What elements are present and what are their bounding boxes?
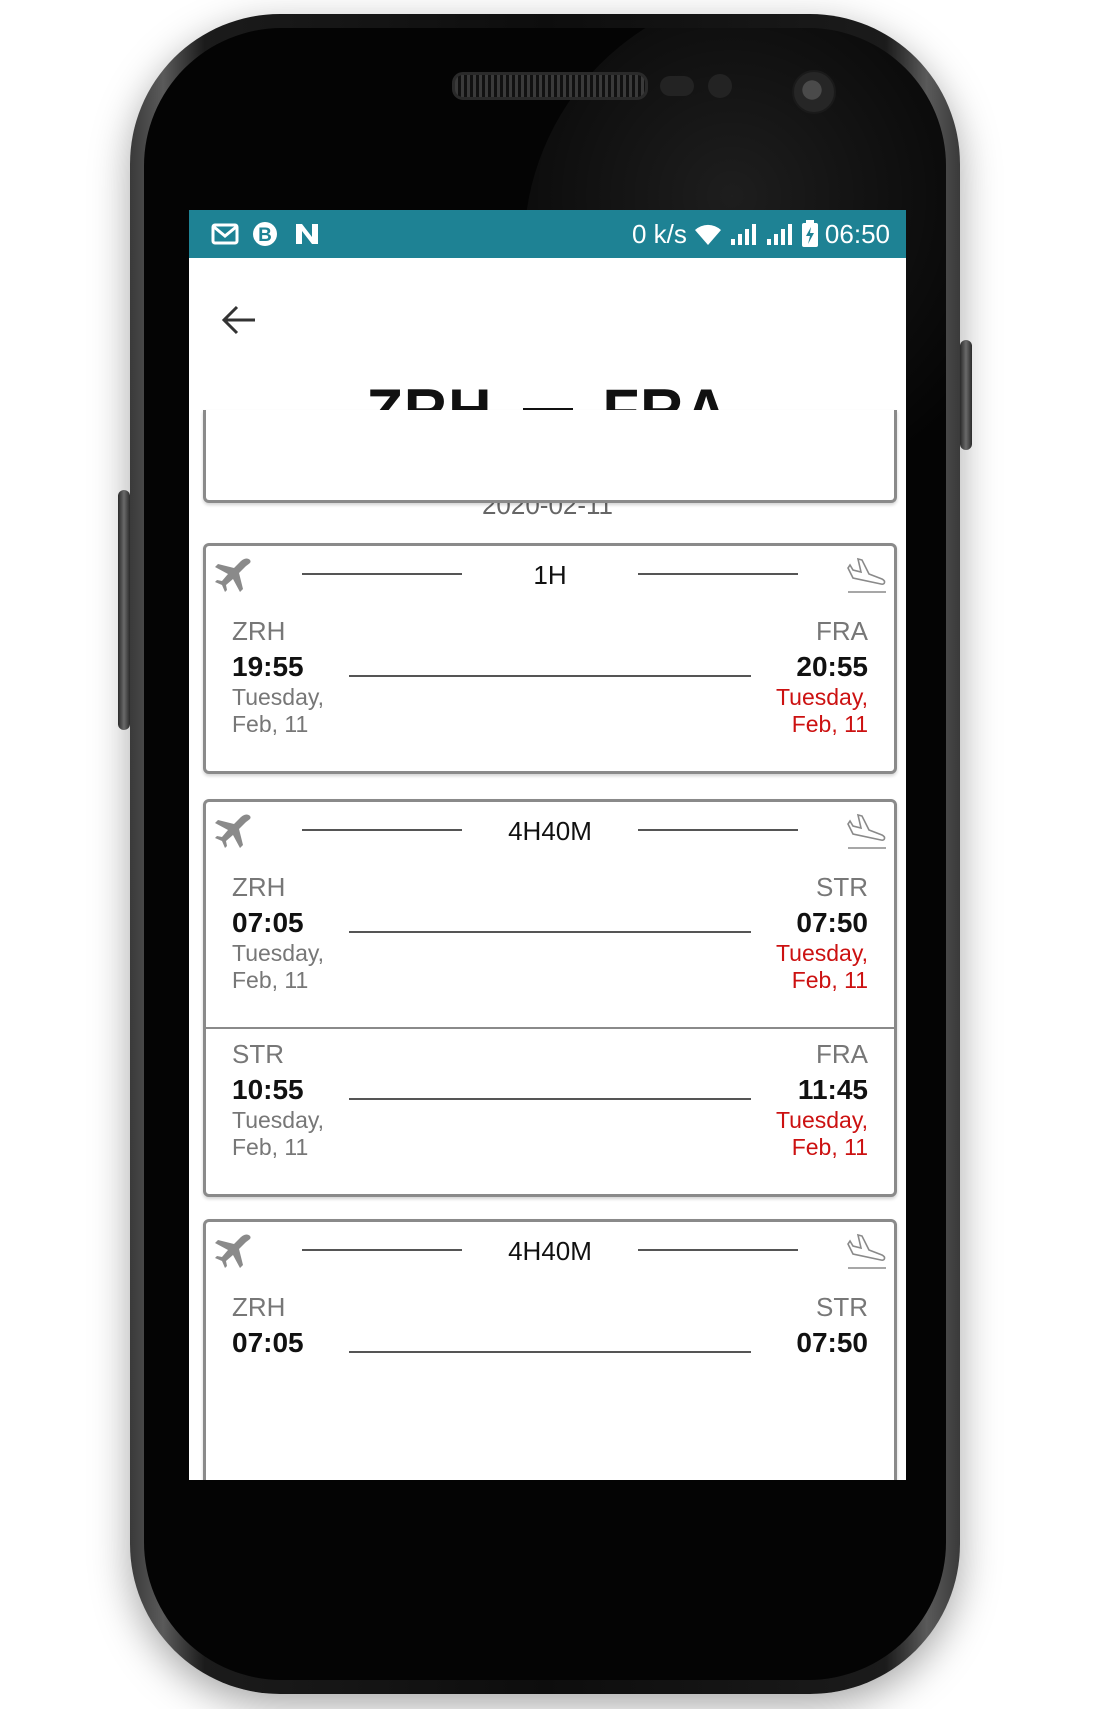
arrival-day: Feb, 11 xyxy=(791,711,868,737)
earpiece-speaker xyxy=(452,72,648,100)
flight-card[interactable]: 1H ZRH 19:55 Tuesday, Feb, 11 FRA 20:55 T… xyxy=(203,543,897,774)
flight-duration: 4H40M xyxy=(508,816,592,846)
departure-weekday: Tuesday, xyxy=(232,1107,325,1133)
proximity-sensor xyxy=(660,76,694,96)
departure-date: Tuesday, Feb, 11 xyxy=(232,940,324,994)
landing-plane-icon xyxy=(847,813,886,849)
arrival-day: Feb, 11 xyxy=(791,1134,868,1160)
arrival-date: Tuesday, Feb, 11 xyxy=(776,940,868,994)
wifi-icon xyxy=(694,224,721,245)
flight-card[interactable]: 4H40M ZRH 07:05 STR 07:50 xyxy=(203,1219,897,1480)
leg-line xyxy=(349,931,751,933)
arrival-weekday: Tuesday, xyxy=(775,684,868,710)
n-app-icon xyxy=(296,224,318,244)
departure-time: 07:05 xyxy=(232,907,304,938)
arrival-time: 07:50 xyxy=(796,1327,868,1358)
divider-line xyxy=(638,829,798,831)
departure-day: Feb, 11 xyxy=(232,711,309,737)
arrival-date: Tuesday, Feb, 11 xyxy=(776,684,868,738)
departure-day: Feb, 11 xyxy=(232,1134,309,1160)
arrival-time: 07:50 xyxy=(796,907,868,938)
departure-airport: ZRH xyxy=(232,616,286,646)
card-header: 4H40M xyxy=(206,1222,894,1282)
arrival-weekday: Tuesday, xyxy=(775,1107,868,1133)
arrival-day: Feb, 11 xyxy=(791,967,868,993)
arrival-airport: FRA xyxy=(816,616,868,646)
volume-button xyxy=(118,490,130,730)
back-button[interactable] xyxy=(215,296,263,344)
battery-icon xyxy=(801,220,818,247)
flight-card-partial[interactable] xyxy=(203,410,897,503)
app-screen: B 0 k/s 06:50 2020-02-11 1H ZRH 19:55 Tu… xyxy=(189,210,906,1480)
flight-leg: STR 10:55 Tuesday, Feb, 11 FRA 11:45 Tues… xyxy=(206,1027,894,1194)
departure-date: Tuesday, Feb, 11 xyxy=(232,1107,324,1161)
departure-airport: ZRH xyxy=(232,872,286,902)
front-camera xyxy=(792,70,836,114)
departure-weekday: Tuesday, xyxy=(232,684,325,710)
divider-line xyxy=(638,573,798,575)
departure-day: Feb, 11 xyxy=(232,967,309,993)
leg-line xyxy=(349,1351,751,1353)
arrival-airport: STR xyxy=(816,1292,868,1322)
flight-duration: 1H xyxy=(533,560,567,590)
status-bar: B 0 k/s 06:50 xyxy=(189,210,906,258)
svg-text:B: B xyxy=(258,225,272,246)
light-sensor xyxy=(708,74,732,98)
status-right: 0 k/s 06:50 xyxy=(632,210,890,258)
arrival-airport: STR xyxy=(816,872,868,902)
departure-time: 07:05 xyxy=(232,1327,304,1358)
divider-line xyxy=(638,1249,798,1251)
flight-leg: ZRH 07:05 Tuesday, Feb, 11 STR 07:50 Tues… xyxy=(206,862,894,1027)
back-arrow-icon xyxy=(221,305,255,335)
landing-plane-icon xyxy=(847,1233,886,1269)
gmail-icon xyxy=(211,223,239,245)
signal-icon-2 xyxy=(766,224,792,245)
flight-card[interactable]: 4H40M ZRH 07:05 Tuesday, Feb, 11 STR 07:5… xyxy=(203,799,897,1197)
arrival-time: 20:55 xyxy=(796,651,868,682)
departure-airport: STR xyxy=(232,1039,284,1069)
arrival-airport: FRA xyxy=(816,1039,868,1069)
departure-time: 10:55 xyxy=(232,1074,304,1105)
network-speed: 0 k/s xyxy=(632,218,687,249)
leg-line xyxy=(349,675,751,677)
signal-icon xyxy=(730,224,756,245)
card-header: 1H xyxy=(206,546,894,606)
departure-time: 19:55 xyxy=(232,651,304,682)
arrival-weekday: Tuesday, xyxy=(775,940,868,966)
flight-leg: ZRH 19:55 Tuesday, Feb, 11 FRA 20:55 Tues… xyxy=(206,606,894,771)
departure-weekday: Tuesday, xyxy=(232,940,325,966)
departure-airport: ZRH xyxy=(232,1292,286,1322)
arrival-date: Tuesday, Feb, 11 xyxy=(776,1107,868,1161)
b-app-icon: B xyxy=(253,222,277,246)
leg-line xyxy=(349,1098,751,1100)
arrival-time: 11:45 xyxy=(797,1074,868,1105)
departure-date: Tuesday, Feb, 11 xyxy=(232,684,324,738)
landing-plane-icon xyxy=(847,557,886,593)
card-header: 4H40M xyxy=(206,802,894,862)
power-button xyxy=(960,340,972,450)
flight-duration: 4H40M xyxy=(508,1236,592,1266)
flight-leg: ZRH 07:05 STR 07:50 xyxy=(206,1282,894,1447)
clock: 06:50 xyxy=(824,218,890,249)
